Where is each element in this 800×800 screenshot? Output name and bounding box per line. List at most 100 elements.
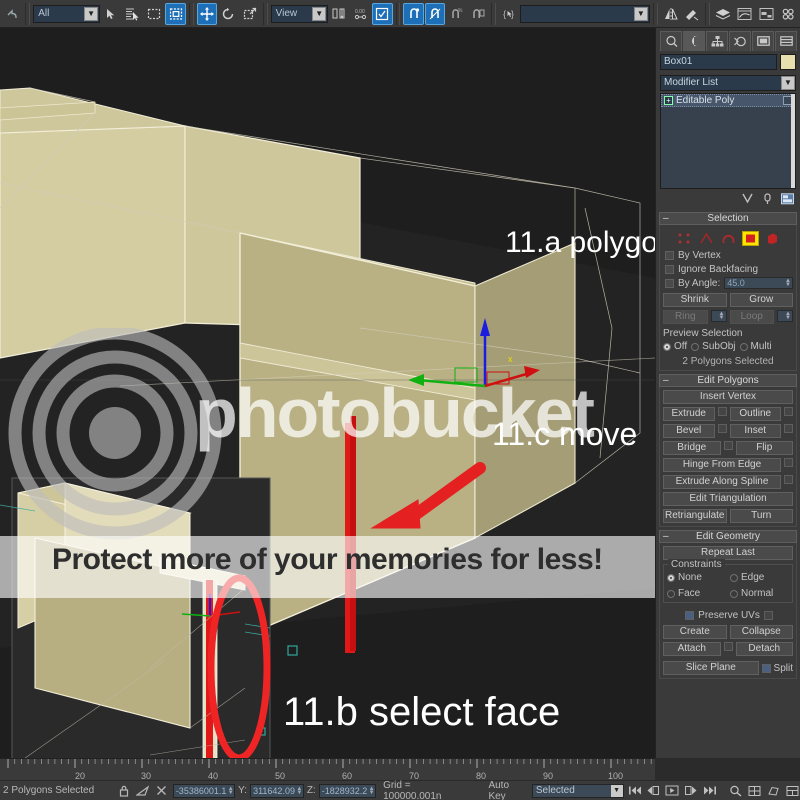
outline-settings-button[interactable] [784,407,793,416]
y-coordinate-field[interactable]: 311642.09 ▲ ▼ [250,783,304,798]
subobject-border-button[interactable] [720,231,737,246]
constraint-face-radio[interactable] [667,589,675,598]
by-angle-checkbox[interactable] [665,278,674,288]
constraint-edge-row[interactable]: Edge [730,572,789,583]
select-and-manipulate-button[interactable]: 0.00 [350,2,372,25]
edit-triangulation-button[interactable]: Edit Triangulation [663,492,793,506]
bridge-settings-button[interactable] [723,441,733,450]
tab-motion[interactable] [729,31,751,51]
show-end-result-icon[interactable] [760,192,774,206]
select-and-move-button[interactable] [196,2,217,25]
use-pivot-point-center-button[interactable] [329,2,350,25]
chevron-down-icon[interactable]: ▼ [610,784,623,797]
modifier-stack[interactable]: + Editable Poly [660,93,796,189]
mirror-button[interactable] [660,2,682,25]
keyboard-shortcut-override-button[interactable] [372,2,393,25]
preview-multi-radio-row[interactable]: Multi [739,341,772,352]
collapse-button[interactable]: Collapse [729,625,793,639]
outline-button[interactable]: Outline [729,407,781,421]
named-selection-sets-button[interactable]: {} [498,2,520,25]
chevron-down-icon[interactable]: ▼ [84,6,99,21]
ignore-backfacing-checkbox[interactable] [665,264,674,274]
curve-editor-button[interactable] [734,2,756,25]
rollout-edit-geometry-header[interactable]: – Edit Geometry [659,530,797,543]
spinner-arrows-icon[interactable]: ▲ ▼ [227,785,234,797]
subobject-vertex-button[interactable] [676,231,693,246]
grow-button[interactable]: Grow [729,293,793,307]
ring-button[interactable]: Ring [663,310,708,324]
reference-coordinate-system-combo[interactable]: View ▼ [270,4,329,23]
repeat-last-button[interactable]: Repeat Last [663,546,793,560]
preview-multi-radio[interactable] [739,342,748,351]
object-color-swatch[interactable] [780,54,796,70]
pin-stack-icon[interactable] [740,192,754,206]
stack-scrollbar[interactable] [791,94,795,188]
split-checkbox[interactable] [761,663,771,673]
schematic-view-button[interactable] [756,2,777,25]
spinner-arrows-icon[interactable]: ▲ ▼ [296,785,303,797]
spinner-arrows-icon[interactable]: ▲ ▼ [784,311,792,321]
retriangulate-button[interactable]: Retriangulate [663,509,727,523]
close-icon[interactable] [154,784,170,798]
inset-button[interactable]: Inset [729,424,781,438]
material-editor-button[interactable] [777,2,798,25]
slice-plane-button[interactable]: Slice Plane [663,661,759,675]
preserve-uvs-checkbox[interactable] [685,610,695,620]
flip-button[interactable]: Flip [735,441,793,455]
constraint-none-radio[interactable] [667,573,675,582]
collapse-icon[interactable]: – [663,213,669,224]
angle-snap-toggle-button[interactable] [424,2,446,25]
by-angle-row[interactable]: By Angle: 45.0 ▲ ▼ [663,276,793,290]
preview-subobj-radio[interactable] [691,342,700,351]
previous-frame-icon[interactable] [645,784,661,798]
attach-settings-button[interactable] [723,642,733,651]
bevel-button[interactable]: Bevel [663,424,715,438]
expand-icon[interactable]: + [664,96,673,105]
time-slider-ruler[interactable]: 20 30 40 50 60 70 80 90 100 [0,758,655,780]
goto-start-icon[interactable] [627,784,643,798]
preview-subobj-radio-row[interactable]: SubObj [691,341,736,352]
chevron-down-icon[interactable]: ▼ [633,6,648,21]
maximize-viewport-icon[interactable] [784,784,800,798]
bevel-settings-button[interactable] [717,424,727,433]
extrude-along-spline-settings-button[interactable] [784,475,793,484]
select-and-rotate-button[interactable] [218,2,239,25]
window-crossing-button[interactable] [165,2,186,25]
constraint-edge-radio[interactable] [730,573,738,582]
constraint-normal-row[interactable]: Normal [730,588,789,599]
select-by-name-button[interactable] [122,2,143,25]
spinner-arrows-icon[interactable]: ▲ ▼ [718,311,726,321]
zoom-all-icon[interactable] [746,784,762,798]
next-frame-icon[interactable] [683,784,699,798]
attach-button[interactable]: Attach [663,642,721,656]
by-angle-spinner[interactable]: 45.0 ▲ ▼ [724,277,793,289]
subobject-edge-button[interactable] [698,231,715,246]
ignore-backfacing-row[interactable]: Ignore Backfacing [663,262,793,276]
tab-hierarchy[interactable] [706,31,728,51]
by-vertex-checkbox[interactable] [665,250,674,260]
auto-key-button[interactable]: Auto Key [488,780,528,800]
select-object-button[interactable] [101,2,122,25]
extrude-settings-button[interactable] [717,407,727,416]
percent-snap-toggle-button[interactable]: % [446,2,467,25]
tab-modify[interactable] [683,31,705,51]
constraint-none-row[interactable]: None [667,572,726,583]
extrude-button[interactable]: Extrude [663,407,715,421]
selection-filter-combo[interactable]: All ▼ [33,4,101,23]
inset-settings-button[interactable] [784,424,793,433]
undo-button[interactable] [2,2,23,25]
rectangular-select-region-button[interactable] [143,2,165,25]
lock-selection-icon[interactable] [116,784,132,798]
bridge-button[interactable]: Bridge [663,441,721,455]
chevron-down-icon[interactable]: ▼ [312,6,327,21]
ring-spinner[interactable]: ▲ ▼ [710,310,727,322]
layer-manager-button[interactable] [713,2,734,25]
preview-off-radio[interactable] [663,342,671,351]
chevron-down-icon[interactable]: ▼ [781,76,795,90]
zoom-icon[interactable] [727,784,743,798]
insert-vertex-button[interactable]: Insert Vertex [663,390,793,404]
turn-button[interactable]: Turn [729,509,793,523]
align-button[interactable] [682,2,703,25]
tab-create[interactable] [660,31,682,51]
object-name-field[interactable]: Box01 [660,54,777,70]
